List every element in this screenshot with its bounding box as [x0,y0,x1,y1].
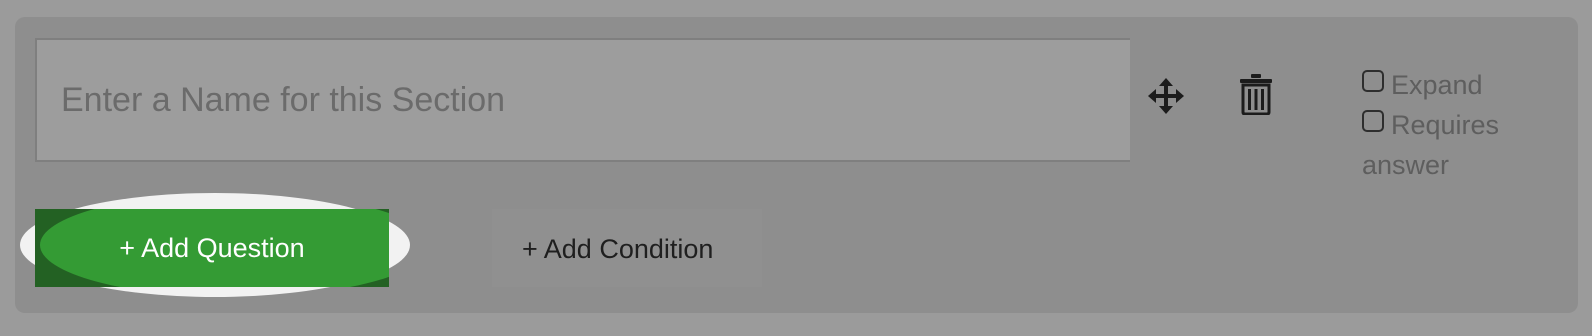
expand-option[interactable]: Expand [1362,65,1562,105]
add-question-button[interactable]: + Add Question [35,209,389,287]
requires-answer-checkbox[interactable] [1362,110,1384,132]
section-options: Expand Requires answer [1362,65,1562,185]
requires-answer-option[interactable]: Requires answer [1362,105,1562,185]
add-condition-button[interactable]: + Add Condition [492,209,762,287]
move-arrows-icon[interactable] [1148,78,1184,114]
trash-icon[interactable] [1239,73,1273,116]
section-card: Expand Requires answer + Add Question + … [15,17,1578,313]
section-name-input[interactable] [35,38,1130,162]
expand-checkbox[interactable] [1362,70,1384,92]
add-question-label: + Add Question [119,233,305,263]
expand-label: Expand [1391,70,1483,100]
